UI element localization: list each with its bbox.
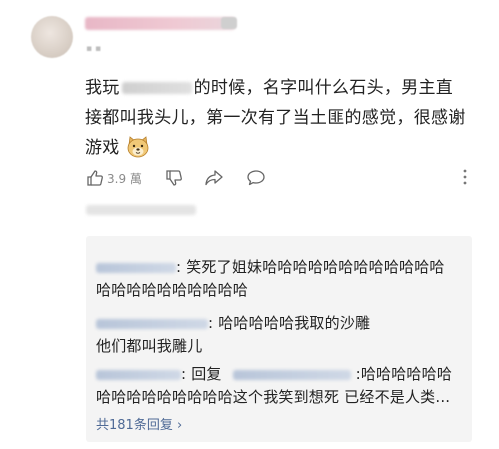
- reply-username-blurred[interactable]: [96, 369, 181, 380]
- comment-icon: [246, 169, 266, 187]
- thumbs-down-icon: [165, 169, 183, 187]
- share-icon: [204, 169, 224, 187]
- comment-text-1b: 的时候，名字叫什么石头，男主直: [193, 78, 454, 98]
- reply-text: : 笑死了姐妹哈哈哈哈哈哈哈哈哈哈哈哈: [176, 258, 445, 276]
- doge-emoji-icon: [126, 136, 150, 158]
- reply-panel: : 笑死了姐妹哈哈哈哈哈哈哈哈哈哈哈哈 哈哈哈哈哈哈哈哈哈哈 : 哈哈哈哈哈我取…: [86, 236, 472, 442]
- reply-item[interactable]: : 哈哈哈哈哈我取的沙雕 他们都叫我雕儿: [96, 312, 466, 358]
- like-count: 3.9 萬: [107, 171, 142, 186]
- comment-body: 我玩 的时候，名字叫什么石头，男主直 接都叫我头儿，第一次有了当土匪的感觉，很感谢…: [85, 73, 477, 163]
- reply-item[interactable]: : 笑死了姐妹哈哈哈哈哈哈哈哈哈哈哈哈 哈哈哈哈哈哈哈哈哈哈: [96, 256, 466, 302]
- post-time-blurred: ▪ ▪: [86, 44, 102, 54]
- reply-text: 哈哈哈哈哈哈哈哈哈这个我笑到想死 已经不是人类...: [96, 388, 451, 406]
- reply-username-blurred[interactable]: [96, 262, 176, 273]
- reply-item[interactable]: : 回复 :哈哈哈哈哈哈 哈哈哈哈哈哈哈哈哈这个我笑到想死 已经不是人类...: [96, 363, 466, 409]
- share-button[interactable]: [204, 166, 224, 190]
- reply-text: 哈哈哈哈哈哈哈哈哈哈: [96, 281, 249, 299]
- like-button[interactable]: 3.9 萬: [86, 166, 142, 190]
- dislike-button[interactable]: [165, 166, 183, 190]
- avatar[interactable]: [31, 16, 73, 58]
- reply-word: : 回复: [181, 365, 222, 383]
- reply-text: : 哈哈哈哈哈我取的沙雕: [208, 314, 371, 332]
- reply-username-blurred[interactable]: [96, 318, 208, 329]
- level-badge: [221, 17, 237, 29]
- comment-text-1a: 我玩: [85, 78, 120, 98]
- view-all-replies-link[interactable]: 共181条回复 ›: [96, 414, 182, 433]
- ip-location-blurred: [86, 205, 196, 215]
- comment-screen: ▪ ▪ 我玩 的时候，名字叫什么石头，男主直 接都叫我头儿，第一次有了当土匪的感觉…: [0, 0, 499, 449]
- thumbs-up-icon: [86, 169, 104, 187]
- more-button[interactable]: [462, 169, 468, 189]
- comment-button[interactable]: [246, 166, 266, 190]
- comment-text-3: 游戏: [85, 138, 120, 158]
- reply-target-blurred[interactable]: [232, 369, 351, 380]
- username-blurred[interactable]: [85, 17, 235, 30]
- game-name-blurred: [121, 82, 192, 94]
- reply-text: 他们都叫我雕儿: [96, 337, 203, 355]
- reply-text: :哈哈哈哈哈哈: [355, 365, 453, 383]
- more-vertical-icon: [462, 169, 468, 189]
- comment-actions: 3.9 萬: [86, 166, 478, 192]
- comment-text-2: 接都叫我头儿，第一次有了当土匪的感觉，很感谢: [85, 108, 466, 128]
